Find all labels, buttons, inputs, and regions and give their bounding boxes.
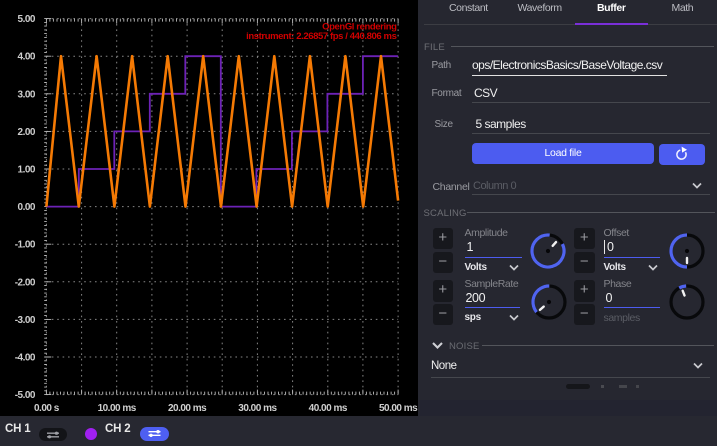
svg-text:40.00 ms: 40.00 ms xyxy=(309,403,348,414)
svg-text:-3.00: -3.00 xyxy=(15,315,36,326)
svg-text:50.00 ms: 50.00 ms xyxy=(379,403,418,414)
svg-text:0.00: 0.00 xyxy=(18,202,36,213)
svg-text:-1.00: -1.00 xyxy=(15,240,36,251)
svg-text:0.00 s: 0.00 s xyxy=(34,403,60,414)
svg-text:-2.00: -2.00 xyxy=(15,277,36,288)
svg-text:2.00: 2.00 xyxy=(18,127,36,138)
svg-text:4.00: 4.00 xyxy=(18,52,36,63)
svg-text:instrument: 2.26857 fps / 440.: instrument: 2.26857 fps / 440.806 ms xyxy=(246,31,396,42)
svg-text:-4.00: -4.00 xyxy=(15,353,36,364)
svg-text:10.00 ms: 10.00 ms xyxy=(98,403,137,414)
svg-text:1.00: 1.00 xyxy=(18,165,36,176)
svg-text:3.00: 3.00 xyxy=(18,89,36,100)
svg-text:30.00 ms: 30.00 ms xyxy=(238,403,277,414)
svg-text:5.00: 5.00 xyxy=(18,14,36,25)
svg-text:20.00 ms: 20.00 ms xyxy=(168,403,207,414)
svg-text:-5.00: -5.00 xyxy=(15,390,36,401)
